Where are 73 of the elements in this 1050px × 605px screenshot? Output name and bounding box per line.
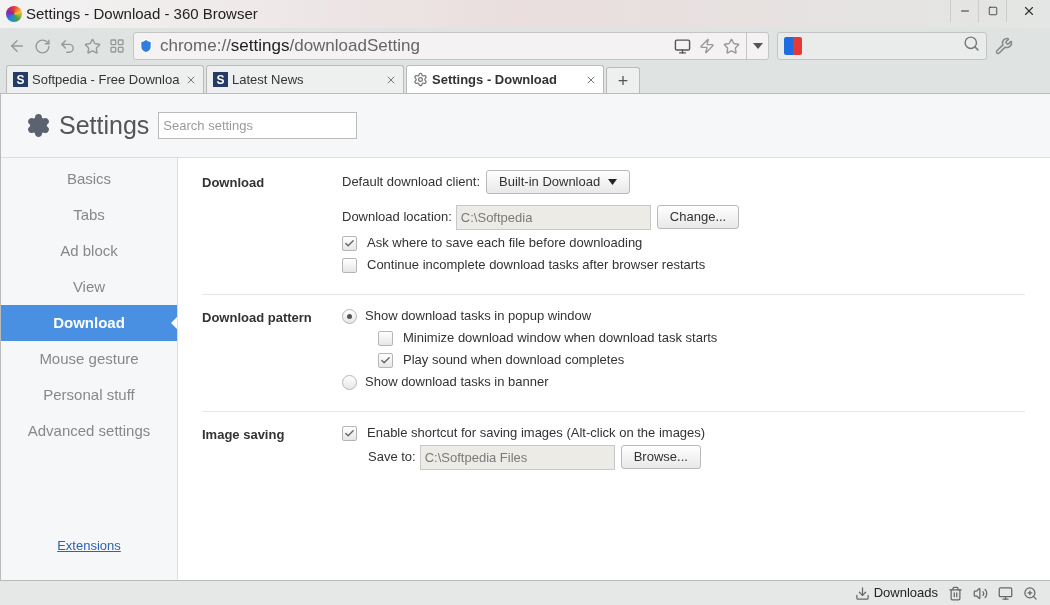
trash-icon[interactable] [948, 585, 963, 601]
checkbox-label: Play sound when download completes [403, 351, 625, 370]
browse-button[interactable]: Change... [656, 205, 740, 229]
speaker-icon[interactable] [973, 585, 988, 601]
checkbox-label: Minimize download window when download task starts [403, 329, 718, 348]
favicon-icon: S [13, 72, 28, 87]
browser-logo-icon [6, 6, 22, 22]
section-heading: Download [202, 174, 266, 192]
star-icon[interactable] [84, 37, 101, 55]
checkbox-label: Enable shortcut for saving images (Alt-click on the images) [367, 424, 706, 443]
reload-icon[interactable] [34, 37, 51, 55]
sidebar-item[interactable]: Advanced settings [1, 413, 177, 449]
grid-icon[interactable] [109, 38, 125, 54]
url-text: chrome://settings/downloadSetting [160, 35, 420, 58]
wrench-icon[interactable] [995, 37, 1013, 55]
radio-button[interactable] [342, 308, 357, 324]
path-field[interactable]: C:\Softpedia [455, 204, 651, 230]
field-label: Save to: [368, 448, 416, 467]
sidebar-item[interactable]: Personal stuff [1, 377, 177, 413]
search-icon [963, 34, 980, 52]
tab-title: Latest News [232, 70, 305, 89]
field-label: Download location: [342, 208, 452, 227]
checkbox[interactable] [342, 257, 357, 273]
check-icon [380, 354, 391, 366]
field-label: Default download client: [342, 173, 481, 192]
browse-button[interactable]: Browse... [620, 445, 701, 469]
maximize-icon [987, 6, 998, 16]
sidebar-item[interactable]: Download [1, 305, 177, 341]
check-icon [344, 427, 355, 439]
sidebar-item[interactable]: Basics [1, 161, 177, 197]
caret-icon [608, 179, 618, 185]
sidebar-item[interactable]: View [1, 269, 177, 305]
download-client-dropdown[interactable]: Built-in Download [486, 170, 631, 194]
lightning-icon [699, 38, 715, 54]
caret-icon [752, 43, 763, 49]
search-engine-icon [784, 37, 802, 55]
checkbox-label: Ask where to save each file before downloading [367, 234, 643, 253]
star-icon [723, 37, 740, 55]
browser-tab[interactable]: S Latest News [206, 65, 404, 93]
checkbox[interactable] [378, 352, 393, 368]
sidebar-item[interactable]: Ad block [1, 233, 177, 269]
tab-title: Softpedia - Free Downloa [32, 70, 181, 89]
browser-tab[interactable]: Settings - Download [406, 65, 604, 93]
browser-tab[interactable]: S Softpedia - Free Downloa [6, 65, 204, 93]
path-field[interactable]: C:\Softpedia Files [419, 444, 615, 470]
address-bar[interactable]: chrome://settings/downloadSetting [133, 32, 769, 60]
checkbox[interactable] [342, 235, 357, 251]
radio-label: Show download tasks in banner [365, 373, 549, 392]
undo-icon[interactable] [59, 37, 76, 55]
check-icon [344, 237, 355, 249]
search-field[interactable]: Search settings [158, 112, 358, 139]
monitor-icon[interactable] [998, 585, 1013, 601]
sidebar-item[interactable]: Tabs [1, 197, 177, 233]
checkbox[interactable] [342, 425, 357, 441]
checkbox-label: Continue incomplete download tasks after browser restarts [367, 256, 706, 275]
tab-title: Settings - Download [432, 70, 558, 89]
section-heading: Download pattern [202, 309, 313, 327]
download-icon[interactable] [854, 585, 870, 601]
downloads-label[interactable]: Downloads [873, 583, 938, 603]
shield-icon [138, 38, 154, 54]
new-tab-button[interactable]: + [606, 67, 640, 93]
search-box[interactable] [777, 32, 987, 60]
window-title: Settings - Download - 360 Browser [26, 3, 258, 24]
checkbox[interactable] [378, 330, 393, 346]
favicon-icon: S [213, 72, 228, 87]
zoom-icon[interactable] [1023, 585, 1038, 601]
settings-title: Settings [59, 109, 150, 141]
radio-button[interactable] [342, 374, 357, 390]
sidebar-item[interactable]: Mouse gesture [1, 341, 177, 377]
radio-label: Show download tasks in popup window [365, 307, 592, 326]
extensions-link[interactable]: Extensions [57, 535, 121, 555]
section-heading: Image saving [202, 426, 286, 444]
back-icon[interactable] [8, 37, 26, 55]
